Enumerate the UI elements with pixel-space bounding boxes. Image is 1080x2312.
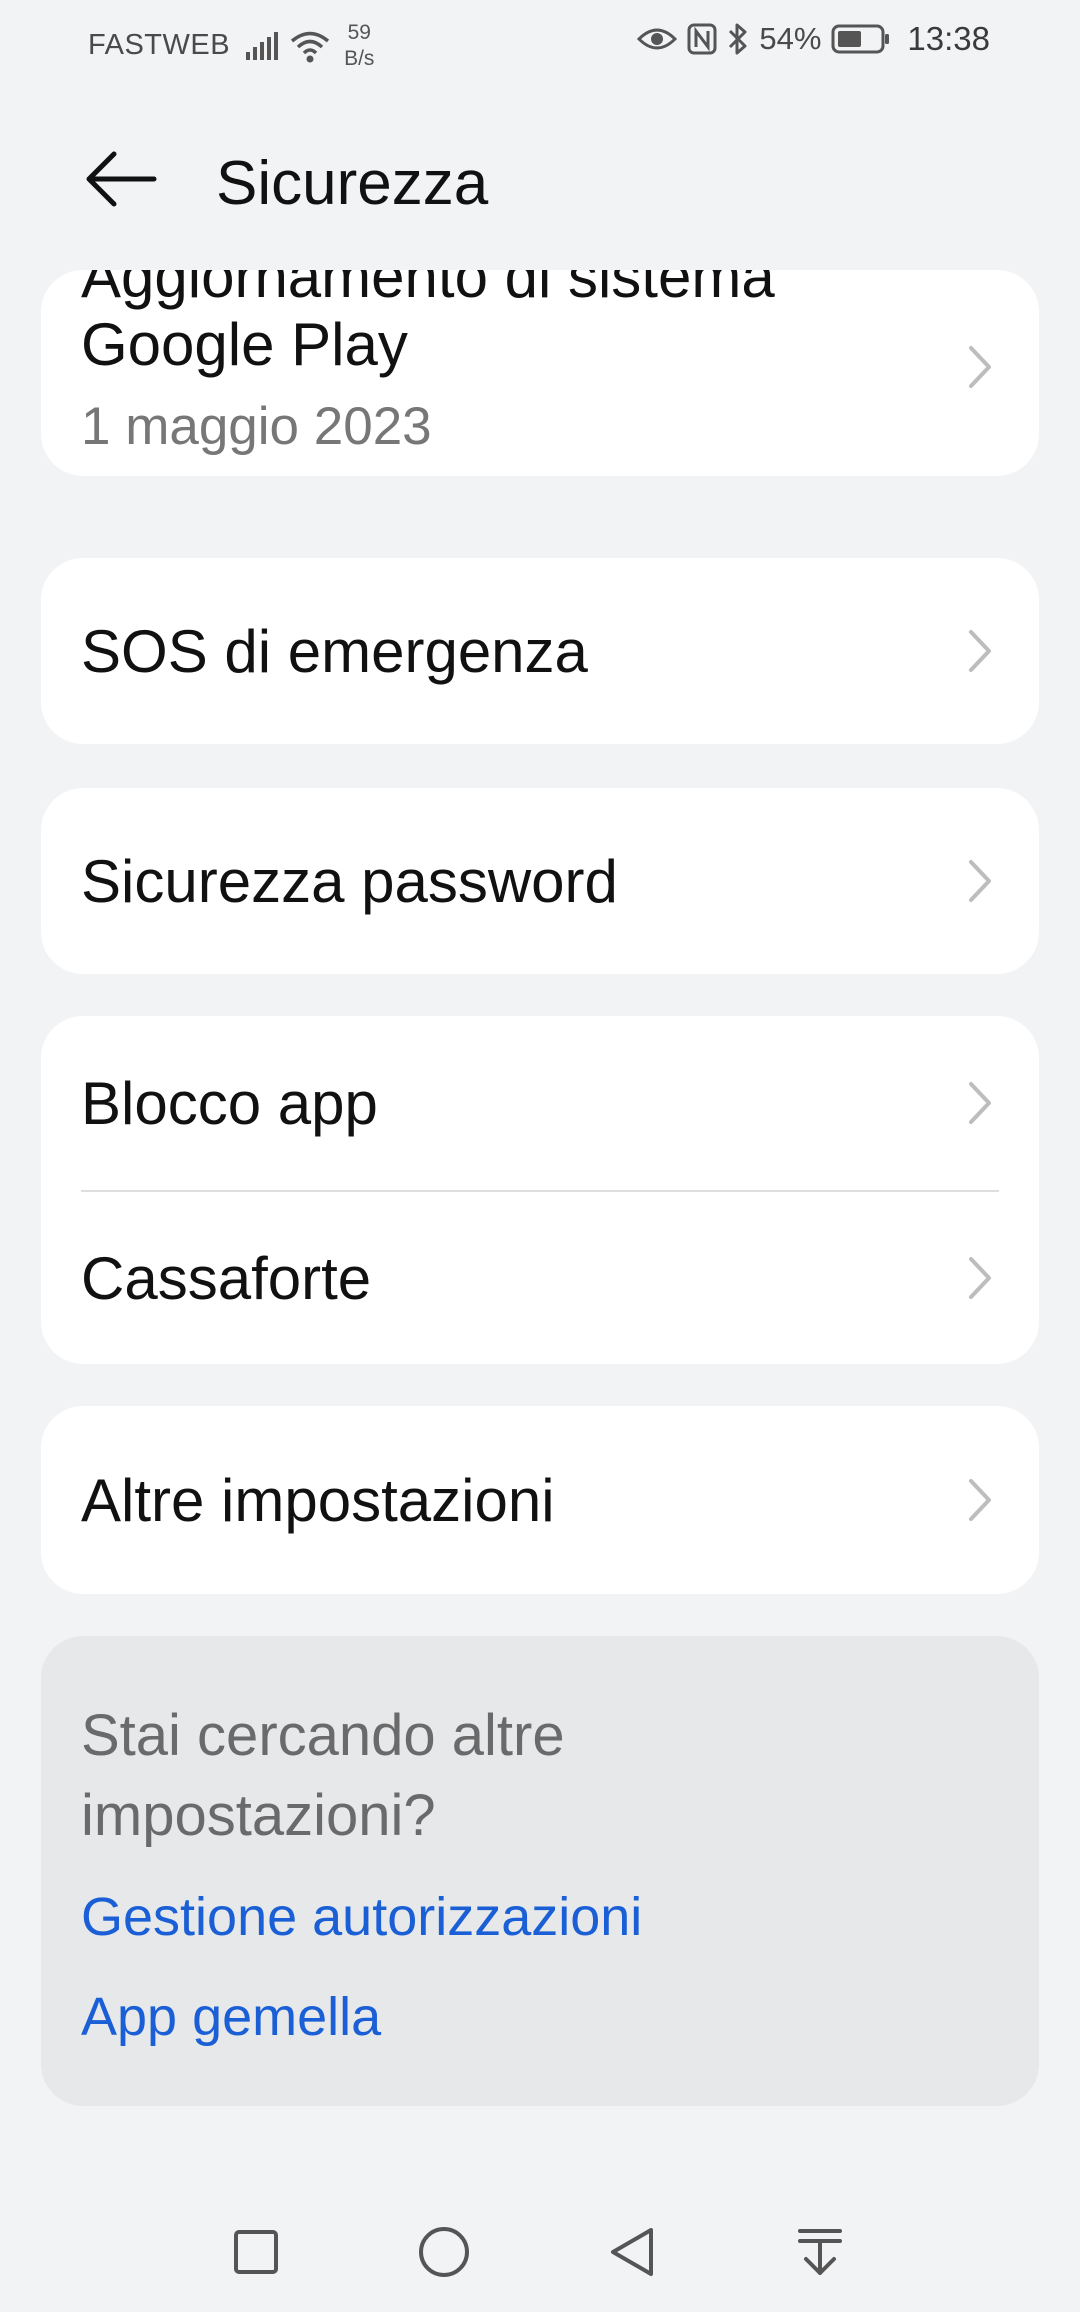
chevron-right-icon [969,630,991,672]
chevron-right-icon [969,346,991,388]
chevron-right-icon [969,860,991,902]
eye-icon [637,28,678,50]
notification-pulldown-button[interactable] [780,2212,860,2292]
google-play-update-date: 1 maggio 2023 [81,397,432,456]
back-button[interactable] [80,138,162,220]
network-speed-unit: B/s [344,47,375,70]
recents-button[interactable] [216,2212,296,2292]
more-settings-card: Altre impostazioni [41,1406,1039,1594]
app-twin-link[interactable]: App gemella [81,1986,381,2048]
safe-label: Cassaforte [81,1244,372,1312]
arrow-left-icon [86,151,157,207]
bluetooth-icon [729,23,747,55]
navigation-bar [0,2192,1080,2312]
status-bar: FASTWEB 59 B/s 54% 13:38 [0,0,1080,82]
sos-card: SOS di emergenza [41,558,1039,744]
more-settings-label: Altre impostazioni [81,1466,555,1534]
home-circle-icon [419,2227,469,2277]
back-triangle-icon [611,2228,653,2276]
google-play-update-item[interactable]: Aggiornamento di sistema Google Play 1 m… [41,270,1039,476]
app-lock-label: Blocco app [81,1069,378,1137]
recents-square-icon [234,2230,278,2274]
password-security-item[interactable]: Sicurezza password [41,788,1039,974]
chevron-right-icon [969,1479,991,1521]
carrier-name: FASTWEB [88,29,231,61]
permission-manager-link[interactable]: Gestione autorizzazioni [81,1886,642,1948]
back-nav-button[interactable] [592,2212,672,2292]
home-button[interactable] [404,2212,484,2292]
nfc-icon [687,23,717,55]
sos-emergency-label: SOS di emergenza [81,617,588,685]
network-speed-value: 59 [347,21,371,44]
suggestions-title: Stai cercando altre impostazioni? [81,1703,565,1848]
battery-percentage: 54% [759,21,822,56]
status-bar-right: 54% 13:38 [637,20,990,58]
battery-icon [831,24,890,54]
sos-emergency-item[interactable]: SOS di emergenza [41,558,1039,744]
wifi-icon [290,31,330,62]
suggestions-card: Stai cercando altre impostazioni? Gestio… [41,1636,1039,2106]
password-security-card: Sicurezza password [41,788,1039,974]
more-settings-item[interactable]: Altre impostazioni [41,1406,1039,1594]
safe-item[interactable]: Cassaforte [41,1192,1039,1364]
notification-pulldown-icon [798,2229,842,2275]
google-play-update-title-line2: Google Play [81,311,408,378]
settings-screen: FASTWEB 59 B/s 54% 13:38 Sicurezza Aggio… [0,0,1080,2312]
password-security-label: Sicurezza password [81,847,618,915]
status-bar-left: FASTWEB 59 B/s [88,22,374,69]
app-lock-item[interactable]: Blocco app [41,1016,1039,1190]
google-play-update-title-line1: Aggiornamento di sistema [81,270,775,310]
app-lock-safe-card: Blocco app Cassaforte [41,1016,1039,1364]
network-speed: 59 B/s [344,22,374,69]
chevron-right-icon [969,1257,991,1299]
clock: 13:38 [907,20,990,57]
page-title: Sicurezza [216,149,489,218]
signal-icon [246,31,279,60]
chevron-right-icon [969,1082,991,1124]
app-bar: Sicurezza [0,120,1080,240]
